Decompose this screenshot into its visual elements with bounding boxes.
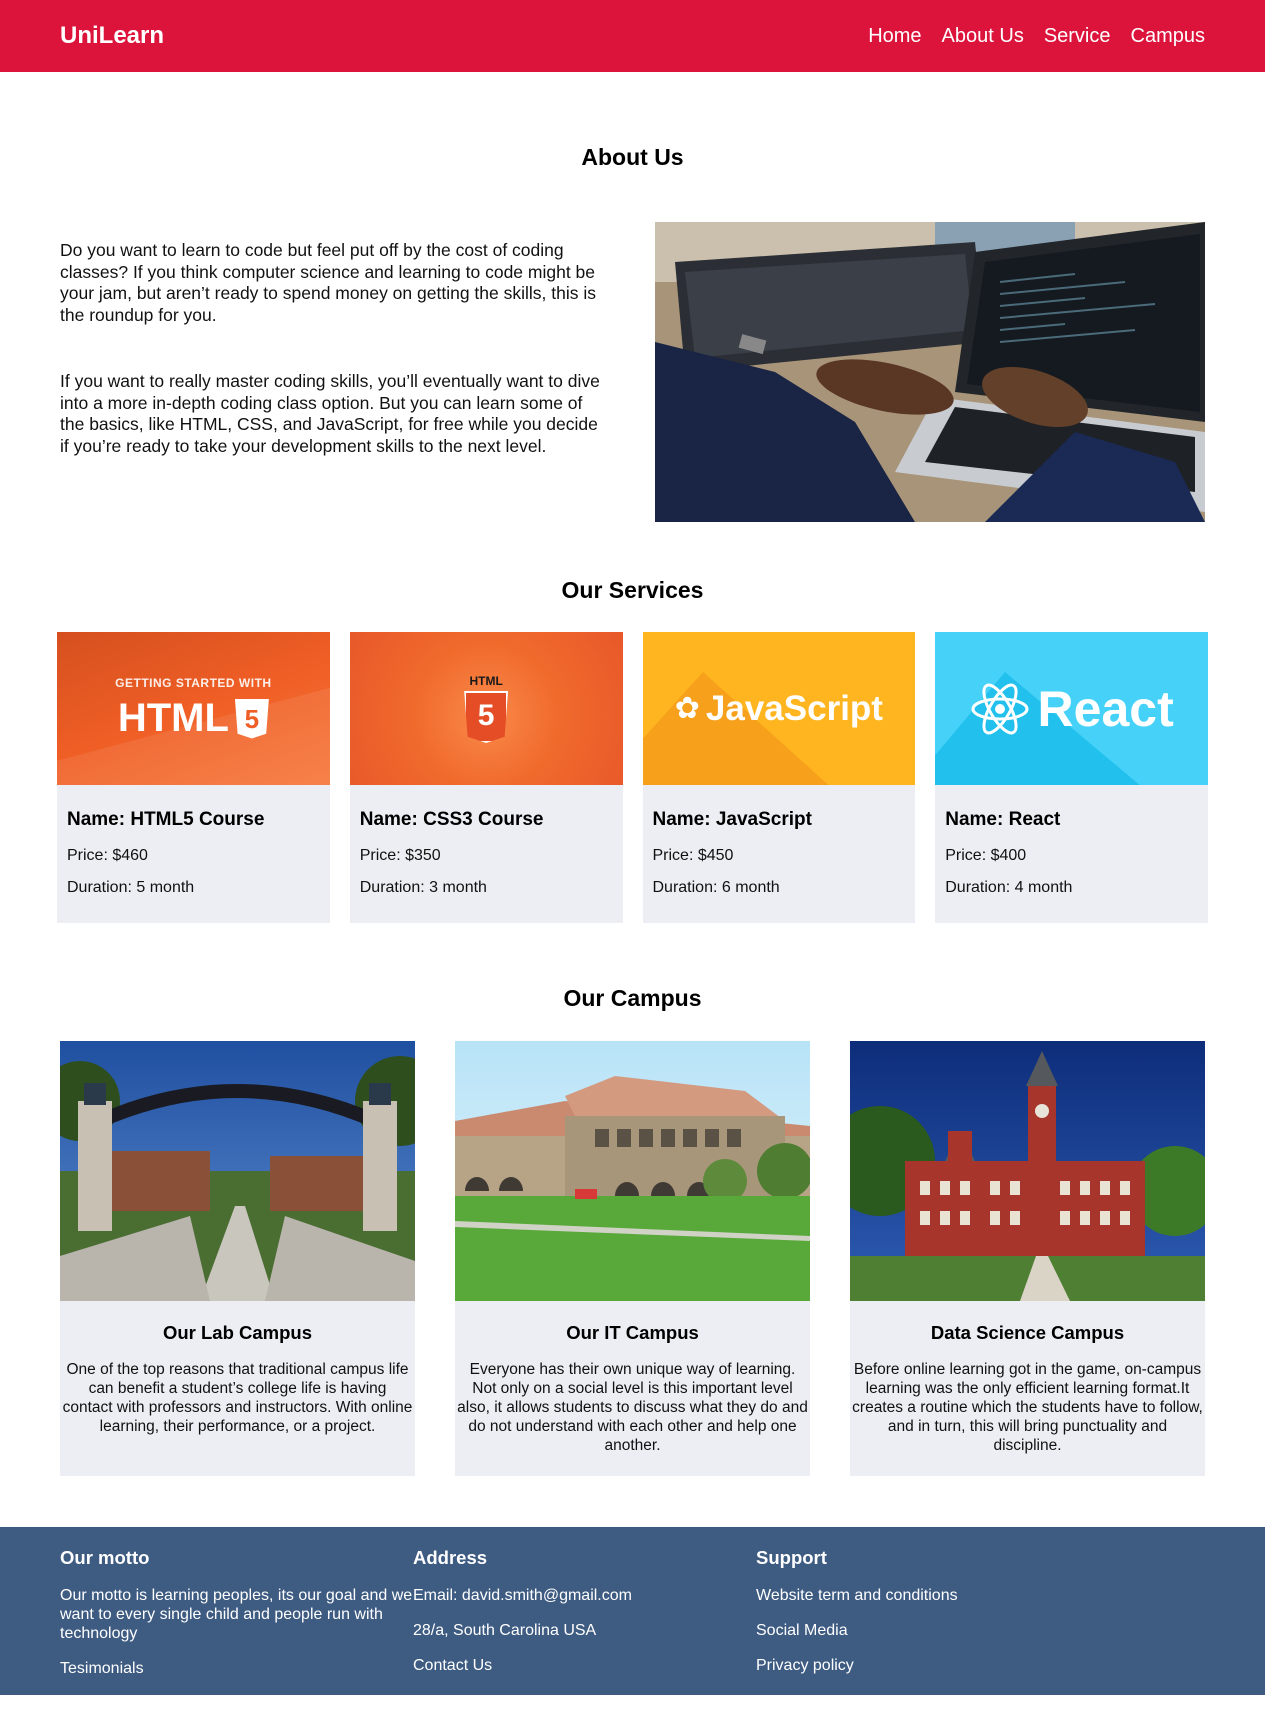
footer: Our motto Our motto is learning peoples,…	[0, 1527, 1265, 1695]
laptop-illustration	[655, 222, 1205, 522]
about-row: Do you want to learn to code but feel pu…	[0, 222, 1265, 522]
campus-card-lab[interactable]: Our Lab Campus One of the top reasons th…	[60, 1041, 415, 1476]
footer-testimonials-link[interactable]: Tesimonials	[60, 1659, 413, 1678]
footer-address: 28/a, South Carolina USA	[413, 1622, 597, 1639]
lab-campus-photo	[60, 1041, 415, 1301]
card-body: Name: HTML5 Course Price: $460 Duration:…	[57, 785, 330, 923]
footer-motto-text: Our motto is learning peoples, its our g…	[60, 1587, 413, 1642]
course-duration: Duration: 4 month	[945, 879, 1073, 896]
clocktower-illustration	[850, 1041, 1205, 1301]
nav-link-home[interactable]: Home	[868, 25, 921, 48]
campus-name: Our Lab Campus	[162, 1322, 313, 1343]
building-illustration	[455, 1041, 810, 1301]
html5-banner: GETTING STARTED WITH HTML 5	[57, 632, 330, 785]
campus-card-data-science[interactable]: Data Science Campus Before online learni…	[850, 1041, 1205, 1476]
services-section: Our Services GETTING STARTED WITH HTML 5…	[0, 577, 1265, 923]
banner-subtitle: GETTING STARTED WITH	[115, 676, 272, 690]
campus-body: Our Lab Campus One of the top reasons th…	[60, 1301, 415, 1436]
it-campus-photo	[455, 1041, 810, 1301]
course-price: Price: $350	[359, 847, 441, 864]
footer-address-title: Address	[413, 1547, 488, 1568]
campus-body: Data Science Campus Before online learni…	[850, 1301, 1205, 1455]
footer-privacy-link[interactable]: Privacy policy	[756, 1656, 1056, 1675]
react-banner: React	[935, 632, 1208, 785]
service-card-html5[interactable]: GETTING STARTED WITH HTML 5 Name: HTML5 …	[57, 632, 330, 923]
course-name: Name: HTML5 Course	[67, 809, 265, 830]
about-text: Do you want to learn to code but feel pu…	[60, 222, 600, 522]
service-card-css3[interactable]: HTML 5 Name: CSS3 Course Price: $350 Dur…	[349, 632, 623, 923]
service-card-react[interactable]: React Name: React Price: $400 Duration: …	[935, 632, 1208, 923]
campus-description: Everyone has their own unique way of lea…	[457, 1361, 808, 1454]
gear-icon: ✿	[674, 692, 700, 725]
footer-motto-column: Our motto Our motto is learning peoples,…	[60, 1547, 413, 1695]
banner-subtitle: HTML	[469, 674, 503, 688]
data-science-campus-photo	[850, 1041, 1205, 1301]
campus-name: Data Science Campus	[930, 1322, 1125, 1343]
banner-title: JavaScript	[705, 688, 883, 728]
campus-name: Our IT Campus	[566, 1322, 699, 1343]
campus-section: Our Campus Our Lab Campus One of the top…	[0, 985, 1265, 1476]
brand-logo[interactable]: UniLearn	[60, 22, 164, 50]
footer-address-column: Address Email: david.smith@gmail.com 28/…	[413, 1547, 756, 1695]
course-name: Name: JavaScript	[652, 809, 812, 830]
html5-shield-icon: 5	[464, 691, 509, 743]
about-title: About Us	[581, 144, 684, 170]
html5-badge-banner: HTML 5	[349, 632, 623, 785]
campus-card-it[interactable]: Our IT Campus Everyone has their own uni…	[455, 1041, 810, 1476]
navbar: UniLearn Home About Us Service Campus	[0, 0, 1265, 72]
course-duration: Duration: 3 month	[359, 879, 487, 896]
about-section: About Us Do you want to learn to code bu…	[0, 72, 1265, 522]
about-paragraph: Do you want to learn to code but feel pu…	[60, 240, 596, 325]
footer-terms-link[interactable]: Website term and conditions	[756, 1586, 1056, 1605]
campus-title: Our Campus	[563, 985, 702, 1011]
campus-description: Before online learning got in the game, …	[852, 1361, 1203, 1454]
react-atom-icon	[971, 683, 1029, 734]
javascript-banner: ✿ JavaScript	[642, 632, 916, 785]
card-body: Name: JavaScript Price: $450 Duration: 6…	[643, 785, 916, 923]
course-name: Name: CSS3 Course	[359, 809, 544, 830]
course-name: Name: React	[945, 809, 1061, 830]
card-body: Name: CSS3 Course Price: $350 Duration: …	[350, 785, 623, 923]
banner-title: HTML	[117, 696, 229, 740]
course-price: Price: $400	[945, 847, 1027, 864]
card-body: Name: React Price: $400 Duration: 4 mont…	[935, 785, 1208, 923]
html5-shield-icon: 5	[234, 698, 269, 739]
course-duration: Duration: 5 month	[67, 879, 195, 896]
footer-support-title: Support	[756, 1547, 827, 1568]
gate-illustration	[60, 1041, 415, 1301]
nav-links: Home About Us Service Campus	[868, 25, 1205, 48]
coding-laptop-photo	[655, 222, 1205, 522]
footer-social-link[interactable]: Social Media	[756, 1621, 1056, 1640]
nav-link-service[interactable]: Service	[1044, 25, 1111, 48]
course-price: Price: $450	[652, 847, 734, 864]
campus-body: Our IT Campus Everyone has their own uni…	[455, 1301, 810, 1455]
service-card-javascript[interactable]: ✿ JavaScript Name: JavaScript Price: $45…	[642, 632, 916, 923]
service-cards: GETTING STARTED WITH HTML 5 Name: HTML5 …	[0, 632, 1265, 923]
about-paragraph: If you want to really master coding skil…	[60, 371, 600, 456]
campus-description: One of the top reasons that traditional …	[62, 1361, 413, 1435]
footer-support-column: Support Website term and conditions Soci…	[756, 1547, 1056, 1695]
footer-contact-link[interactable]: Contact Us	[413, 1656, 756, 1675]
banner-title: 5	[477, 699, 495, 732]
footer-email[interactable]: Email: david.smith@gmail.com	[413, 1586, 756, 1605]
nav-link-campus[interactable]: Campus	[1131, 25, 1205, 48]
campus-cards: Our Lab Campus One of the top reasons th…	[0, 1041, 1265, 1476]
course-duration: Duration: 6 month	[652, 879, 780, 896]
nav-link-about[interactable]: About Us	[942, 25, 1024, 48]
footer-motto-title: Our motto	[60, 1547, 150, 1568]
banner-title: React	[1037, 680, 1174, 737]
course-price: Price: $460	[67, 847, 148, 864]
services-title: Our Services	[561, 577, 704, 603]
